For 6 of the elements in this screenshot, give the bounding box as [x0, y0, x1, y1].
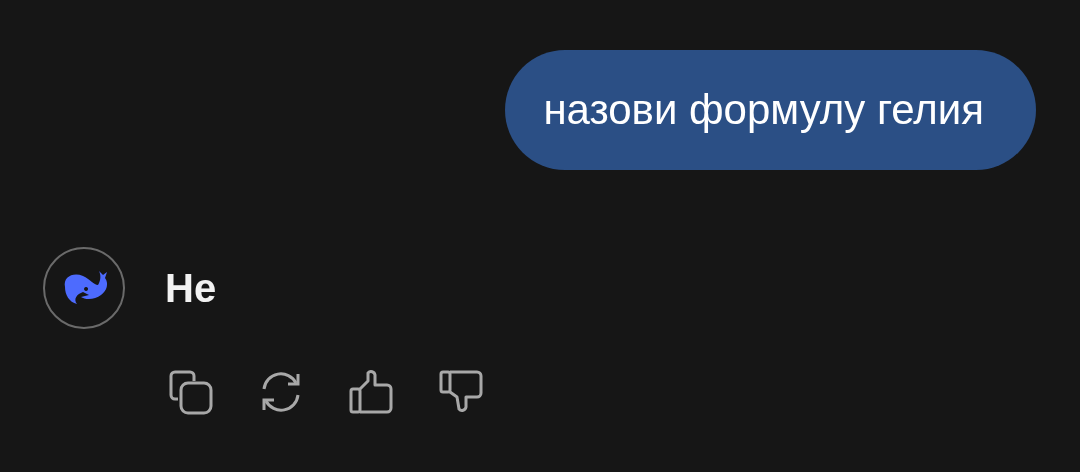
- copy-icon[interactable]: [168, 369, 214, 415]
- thumbs-down-icon[interactable]: [438, 369, 484, 415]
- whale-avatar-icon: [43, 247, 125, 329]
- reply-text: He: [165, 265, 217, 311]
- thumbs-up-icon[interactable]: [348, 369, 394, 415]
- user-message: назови формулу гелия: [505, 50, 1036, 170]
